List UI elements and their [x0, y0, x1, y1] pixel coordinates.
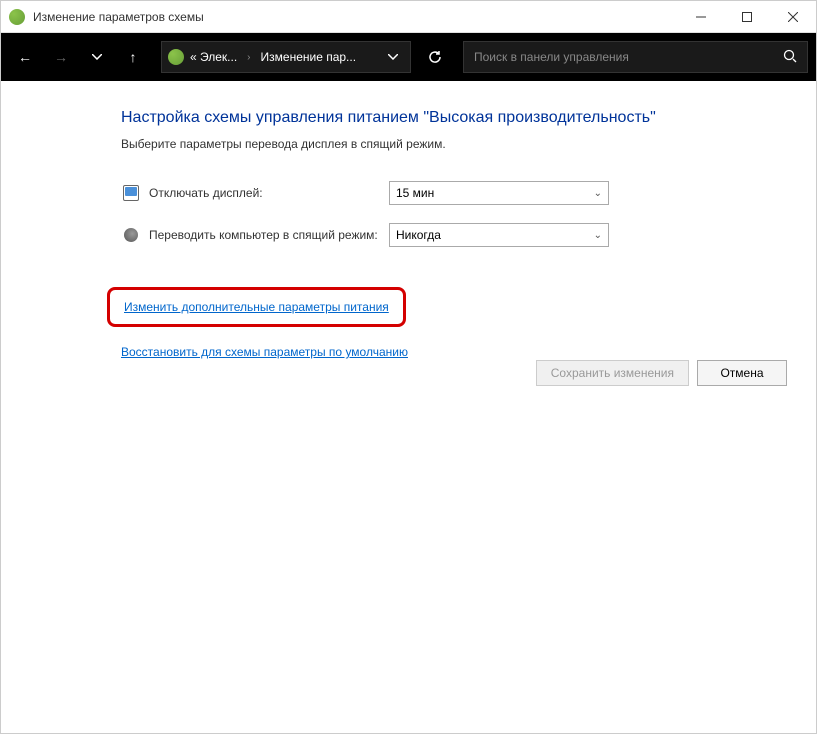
- app-icon: [9, 9, 25, 25]
- search-icon[interactable]: [783, 49, 797, 66]
- page-title: Настройка схемы управления питанием "Выс…: [121, 109, 792, 127]
- monitor-icon: [121, 183, 141, 203]
- sleep-value: Никогда: [396, 228, 441, 242]
- display-off-label: Отключать дисплей:: [149, 186, 389, 200]
- refresh-button[interactable]: [419, 41, 451, 73]
- button-bar: Сохранить изменения Отмена: [536, 360, 787, 386]
- minimize-button[interactable]: [678, 1, 724, 33]
- close-button[interactable]: [770, 1, 816, 33]
- sleep-label: Переводить компьютер в спящий режим:: [149, 228, 389, 242]
- chevron-down-icon: [92, 54, 102, 60]
- content-area: Настройка схемы управления питанием "Выс…: [1, 81, 816, 361]
- sleep-select[interactable]: Никогда ⌄: [389, 223, 609, 247]
- address-dropdown[interactable]: [382, 52, 404, 63]
- forward-button[interactable]: →: [45, 41, 77, 73]
- address-icon: [168, 49, 184, 65]
- maximize-icon: [742, 12, 752, 22]
- navigation-bar: ← → ↑ « Элек... › Изменение пар...: [1, 33, 816, 81]
- chevron-down-icon: [388, 54, 398, 60]
- chevron-down-icon: ⌄: [594, 230, 602, 241]
- page-description: Выберите параметры перевода дисплея в сп…: [121, 137, 792, 151]
- search-box[interactable]: [463, 41, 808, 73]
- window-controls: [678, 1, 816, 33]
- breadcrumb-part1[interactable]: « Элек...: [190, 50, 237, 64]
- display-off-value: 15 мин: [396, 186, 434, 200]
- cancel-button[interactable]: Отмена: [697, 360, 787, 386]
- title-bar-left: Изменение параметров схемы: [1, 9, 204, 25]
- minimize-icon: [696, 12, 706, 22]
- maximize-button[interactable]: [724, 1, 770, 33]
- title-bar: Изменение параметров схемы: [1, 1, 816, 33]
- display-off-row: Отключать дисплей: 15 мин ⌄: [121, 181, 792, 205]
- breadcrumb-separator-icon: ›: [247, 52, 250, 63]
- save-button: Сохранить изменения: [536, 360, 689, 386]
- search-input[interactable]: [474, 50, 783, 64]
- sleep-row: Переводить компьютер в спящий режим: Ник…: [121, 223, 792, 247]
- breadcrumb-part2[interactable]: Изменение пар...: [261, 50, 357, 64]
- address-bar[interactable]: « Элек... › Изменение пар...: [161, 41, 411, 73]
- refresh-icon: [428, 50, 442, 64]
- display-off-select[interactable]: 15 мин ⌄: [389, 181, 609, 205]
- highlighted-link-box: Изменить дополнительные параметры питани…: [107, 287, 406, 327]
- moon-icon: [121, 225, 141, 245]
- restore-defaults-link[interactable]: Восстановить для схемы параметры по умол…: [121, 345, 408, 359]
- close-icon: [788, 12, 798, 22]
- up-button[interactable]: ↑: [117, 41, 149, 73]
- advanced-settings-link[interactable]: Изменить дополнительные параметры питани…: [124, 300, 389, 314]
- back-button[interactable]: ←: [9, 41, 41, 73]
- chevron-down-icon: ⌄: [594, 188, 602, 199]
- recent-dropdown[interactable]: [81, 41, 113, 73]
- window-title: Изменение параметров схемы: [33, 10, 204, 24]
